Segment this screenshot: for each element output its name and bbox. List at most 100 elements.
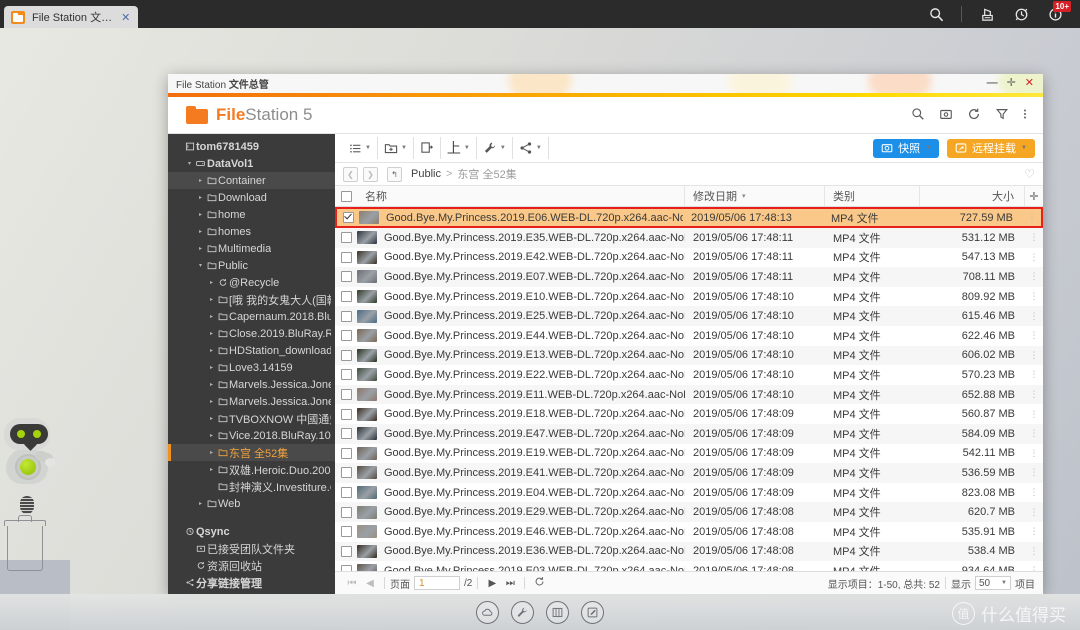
close-icon[interactable]: ✕ [121, 11, 130, 24]
remote-mount-button[interactable]: 远程挂载 ▼ [947, 138, 1035, 158]
last-page-button[interactable]: ⏭ [501, 578, 519, 589]
row-grip-icon[interactable]: ⋮ [1025, 306, 1043, 326]
table-row[interactable]: Good.Bye.My.Princess.2019.E06.WEB-DL.720… [335, 207, 1043, 228]
select-all-checkbox[interactable] [335, 186, 357, 206]
chevron-down-icon[interactable]: ▾ [185, 160, 194, 167]
sidebar-item-12[interactable]: ▸ HDStation_download [168, 342, 335, 359]
sidebar-bottom-item-0[interactable]: Qsync [168, 523, 335, 540]
table-row[interactable]: Good.Bye.My.Princess.2019.E36.WEB-DL.720… [335, 541, 1043, 562]
sidebar-item-11[interactable]: ▸ Close.2019.BluRay.REMU [168, 325, 335, 342]
row-grip-icon[interactable]: ⋮ [1025, 404, 1043, 424]
sidebar-item-15[interactable]: ▸ Marvels.Jessica.Jones.S [168, 393, 335, 410]
row-grip-icon[interactable]: ⋮ [1025, 561, 1043, 571]
table-row[interactable]: Good.Bye.My.Princess.2019.E25.WEB-DL.720… [335, 306, 1043, 326]
row-checkbox[interactable] [335, 444, 357, 464]
page-number-input[interactable]: 1 [414, 576, 460, 590]
chevron-right-icon[interactable]: ▸ [207, 449, 216, 456]
browser-tab-file-station[interactable]: File Station 文… ✕ [4, 6, 139, 28]
favorite-icon[interactable]: ♡ [1024, 167, 1035, 181]
row-grip-icon[interactable]: ⋮ [1025, 424, 1043, 444]
chevron-right-icon[interactable]: ▸ [196, 500, 205, 507]
row-grip-icon[interactable]: ⋮ [1025, 542, 1043, 562]
row-checkbox[interactable] [335, 346, 357, 366]
more-icon[interactable] [1023, 107, 1027, 124]
info-icon[interactable]: 10+ [1038, 0, 1072, 28]
close-button[interactable]: ✕ [1025, 78, 1034, 89]
row-checkbox[interactable] [335, 483, 357, 503]
search-icon[interactable] [911, 107, 925, 124]
table-row[interactable]: Good.Bye.My.Princess.2019.E42.WEB-DL.720… [335, 248, 1043, 268]
table-row[interactable]: Good.Bye.My.Princess.2019.E29.WEB-DL.720… [335, 502, 1043, 522]
trash-bin-icon[interactable] [4, 515, 46, 572]
chevron-right-icon[interactable]: ▸ [207, 381, 216, 388]
column-header-name[interactable]: 名称 [357, 186, 685, 206]
table-row[interactable]: Good.Bye.My.Princess.2019.E35.WEB-DL.720… [335, 228, 1043, 248]
row-checkbox[interactable] [335, 542, 357, 562]
row-grip-icon[interactable]: ⋮ [1025, 287, 1043, 307]
row-checkbox[interactable] [335, 561, 357, 571]
page-size-select[interactable]: 50 ▼ [975, 576, 1011, 590]
row-checkbox[interactable] [337, 209, 359, 226]
library-icon[interactable] [546, 600, 569, 624]
row-grip-icon[interactable]: ⋮ [1025, 248, 1043, 268]
chevron-down-icon[interactable]: ▼ [464, 145, 470, 151]
row-grip-icon[interactable]: ⋮ [1025, 365, 1043, 385]
row-checkbox[interactable] [335, 287, 357, 307]
chevron-right-icon[interactable]: ▸ [207, 279, 216, 286]
file-list[interactable]: Good.Bye.My.Princess.2019.E06.WEB-DL.720… [335, 207, 1043, 571]
chevron-down-icon[interactable]: ▼ [365, 145, 371, 151]
list-view-icon[interactable]: ▼ [349, 142, 371, 155]
row-grip-icon[interactable]: ⋮ [1025, 522, 1043, 542]
add-column-icon[interactable]: ✛ [1025, 186, 1043, 206]
table-row[interactable]: Good.Bye.My.Princess.2019.E07.WEB-DL.720… [335, 267, 1043, 287]
wrench-icon[interactable]: ▼ [483, 141, 506, 155]
photo-icon[interactable] [939, 107, 953, 124]
new-folder-icon[interactable]: ▼ [384, 141, 407, 155]
row-checkbox[interactable] [335, 385, 357, 405]
column-header-type[interactable]: 类别 [825, 186, 920, 206]
table-row[interactable]: Good.Bye.My.Princess.2019.E19.WEB-DL.720… [335, 444, 1043, 464]
table-row[interactable]: Good.Bye.My.Princess.2019.E44.WEB-DL.720… [335, 326, 1043, 346]
sidebar-item-0[interactable]: tom6781459 [168, 138, 335, 155]
table-row[interactable]: Good.Bye.My.Princess.2019.E13.WEB-DL.720… [335, 345, 1043, 366]
minimize-button[interactable]: — [987, 78, 998, 89]
upload-icon[interactable]: 上 ▼ [447, 141, 470, 155]
table-row[interactable]: Good.Bye.My.Princess.2019.E10.WEB-DL.720… [335, 287, 1043, 307]
sidebar-bottom-item-2[interactable]: 资源回收站 [168, 557, 335, 574]
chevron-right-icon[interactable]: ▸ [207, 313, 216, 320]
sidebar-item-17[interactable]: ▸ Vice.2018.BluRay.1080p [168, 427, 335, 444]
chevron-right-icon[interactable]: ▸ [196, 194, 205, 201]
chevron-right-icon[interactable]: ▸ [196, 245, 205, 252]
chevron-down-icon[interactable]: ▼ [536, 145, 542, 151]
chevron-right-icon[interactable]: ▸ [207, 330, 216, 337]
row-checkbox[interactable] [335, 248, 357, 268]
window-title-bar[interactable]: File Station 文件总管 — ✛ ✕ [168, 74, 1043, 93]
table-row[interactable]: Good.Bye.My.Princess.2019.E11.WEB-DL.720… [335, 384, 1043, 405]
sidebar-item-14[interactable]: ▸ Marvels.Jessica.Jones.S [168, 376, 335, 393]
row-checkbox[interactable] [335, 424, 357, 444]
snapshot-button[interactable]: 快照 ▼ [873, 138, 940, 158]
table-row[interactable]: Good.Bye.My.Princess.2019.E04.WEB-DL.720… [335, 483, 1043, 503]
chevron-right-icon[interactable]: ▸ [207, 415, 216, 422]
row-grip-icon[interactable]: ⋮ [1025, 326, 1043, 346]
chevron-right-icon[interactable]: ▸ [207, 466, 216, 473]
refresh-icon[interactable] [967, 107, 981, 124]
row-checkbox[interactable] [335, 463, 357, 483]
prev-page-button[interactable]: ◀ [361, 578, 379, 589]
row-grip-icon[interactable]: ⋮ [1025, 346, 1043, 366]
sidebar-item-3[interactable]: ▸ Download [168, 189, 335, 206]
table-row[interactable]: Good.Bye.My.Princess.2019.E46.WEB-DL.720… [335, 522, 1043, 542]
sidebar-item-6[interactable]: ▸ Multimedia [168, 240, 335, 257]
breadcrumb-root[interactable]: Public [411, 168, 441, 180]
chevron-down-icon[interactable]: ▼ [925, 145, 931, 151]
sidebar-item-9[interactable]: ▸ [哦 我的女鬼大人(国韩双 [168, 291, 335, 308]
filter-icon[interactable] [995, 107, 1009, 124]
copy-icon[interactable] [420, 141, 434, 155]
sidebar-item-10[interactable]: ▸ Capernaum.2018.BluRay [168, 308, 335, 325]
chevron-right-icon[interactable]: ▸ [207, 296, 216, 303]
back-button[interactable]: ❮ [343, 166, 358, 182]
row-checkbox[interactable] [335, 502, 357, 522]
chevron-right-icon[interactable]: ▸ [207, 347, 216, 354]
sidebar-bottom-item-1[interactable]: 已接受团队文件夹 [168, 540, 335, 557]
row-grip-icon[interactable]: ⋮ [1025, 502, 1043, 522]
